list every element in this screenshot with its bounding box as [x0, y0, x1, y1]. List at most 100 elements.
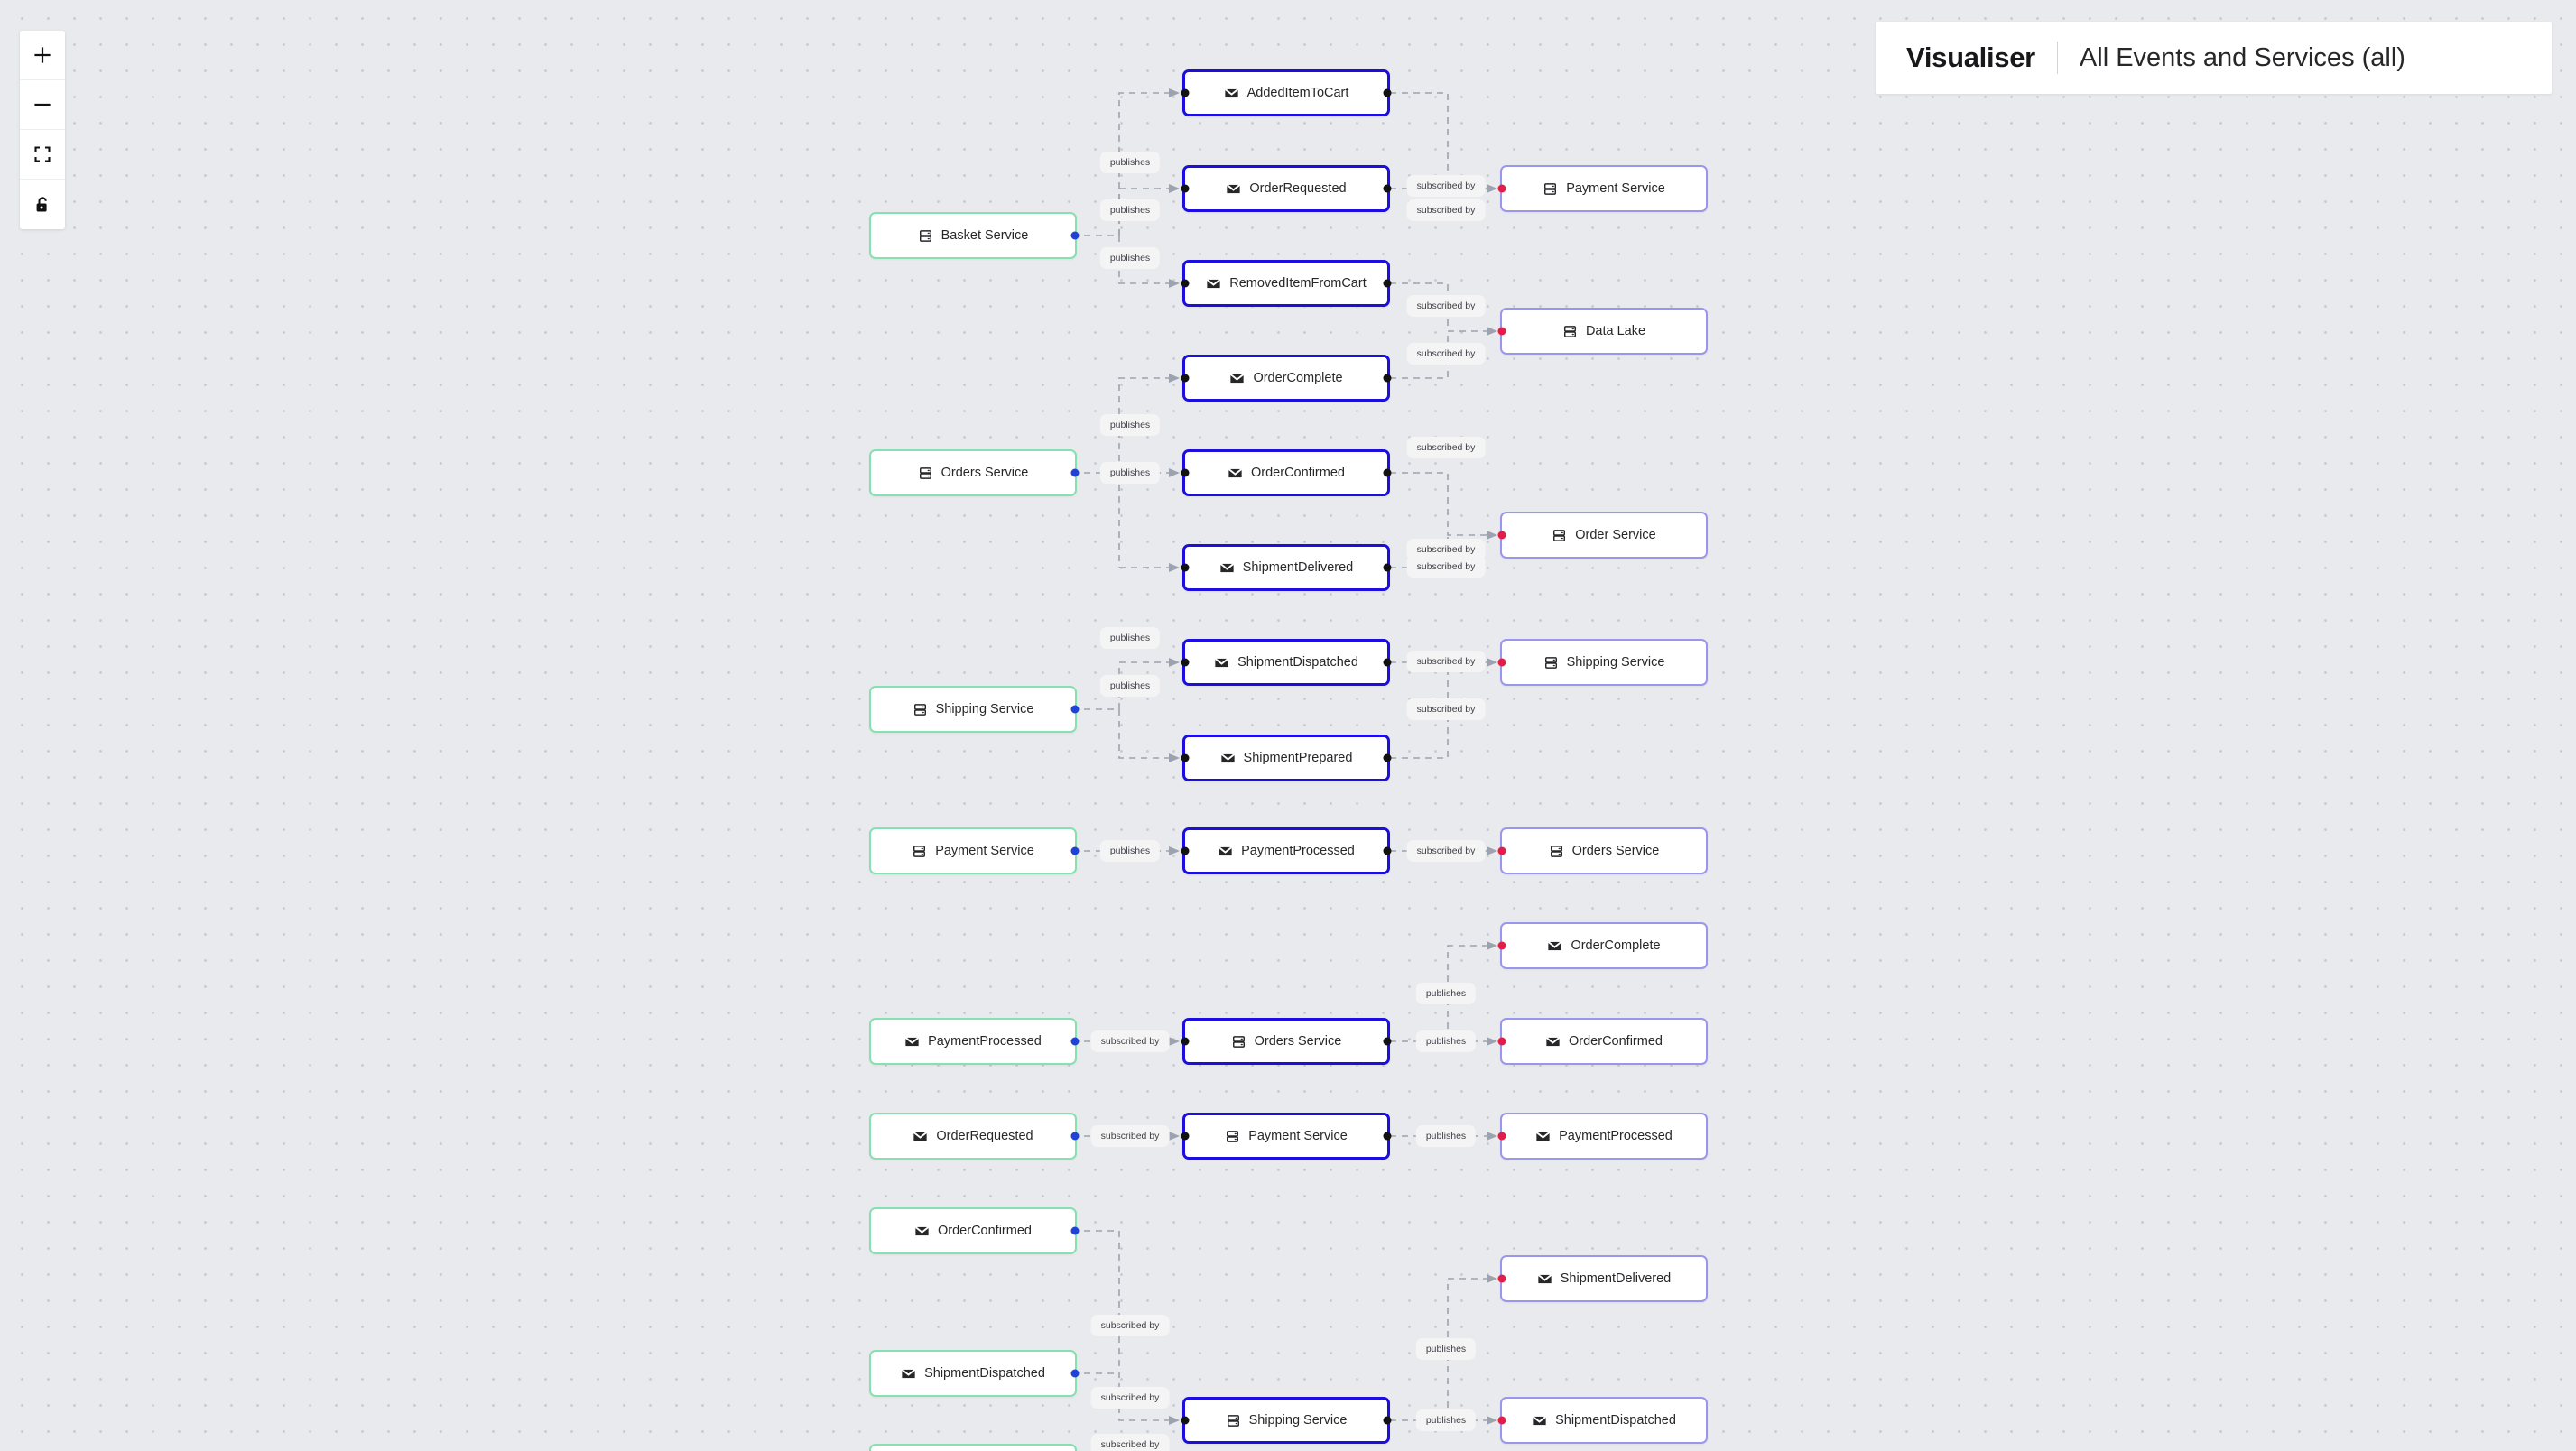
- node-handle-right[interactable]: [1070, 1369, 1080, 1378]
- node-handle-right[interactable]: [1383, 1037, 1392, 1046]
- service-node-payment-service[interactable]: Payment Service: [1181, 1113, 1392, 1160]
- zoom-out-button[interactable]: [20, 80, 65, 130]
- node-handle-left[interactable]: [1181, 1416, 1190, 1425]
- node-handle-left[interactable]: [1181, 279, 1190, 288]
- service-node-orders-service[interactable]: Orders Service: [1181, 1018, 1392, 1065]
- node-handle-right[interactable]: [1383, 279, 1392, 288]
- service-node-orders-service[interactable]: Orders Service: [869, 449, 1080, 496]
- node-handle-left[interactable]: [1181, 846, 1190, 855]
- envelope-icon: [1228, 466, 1243, 481]
- node-label: ShipmentDispatched: [924, 1366, 1045, 1381]
- node-label: ShipmentDispatched: [1237, 655, 1358, 670]
- node-label: Basket Service: [941, 228, 1029, 243]
- node-handle-right[interactable]: [1383, 1416, 1392, 1425]
- event-node-orderconfirmed[interactable]: OrderConfirmed: [869, 1207, 1080, 1254]
- service-node-shipping-service[interactable]: Shipping Service: [1181, 1397, 1392, 1444]
- node-handle-left[interactable]: [1181, 374, 1190, 383]
- node-handle-left[interactable]: [1181, 1037, 1190, 1046]
- event-node-orderconfirmed[interactable]: OrderConfirmed: [1181, 449, 1392, 496]
- server-icon: [1544, 656, 1557, 669]
- node-handle-left[interactable]: [1181, 658, 1190, 667]
- node-handle-right[interactable]: [1070, 1226, 1080, 1235]
- service-node-payment-service[interactable]: Payment Service: [1497, 165, 1708, 212]
- visualiser-header: Visualiser All Events and Services (all): [1876, 22, 2552, 94]
- node-handle-left[interactable]: [1497, 1274, 1506, 1283]
- node-handle-right[interactable]: [1383, 658, 1392, 667]
- node-label: OrderRequested: [1249, 181, 1347, 196]
- node-handle-right[interactable]: [1383, 88, 1392, 97]
- envelope-icon: [1218, 844, 1233, 859]
- envelope-icon: [913, 1131, 928, 1141]
- service-node-basket-service[interactable]: Basket Service: [869, 212, 1080, 259]
- fit-view-button[interactable]: [20, 130, 65, 180]
- service-node-shipping-service[interactable]: Shipping Service: [869, 686, 1080, 733]
- server-icon: [912, 844, 927, 859]
- node-handle-left[interactable]: [1497, 941, 1506, 950]
- event-node-shipmentdispatched[interactable]: ShipmentDispatched: [1181, 639, 1392, 686]
- node-handle-left[interactable]: [1181, 753, 1190, 762]
- node-handle-right[interactable]: [1070, 468, 1080, 477]
- service-node-payment-service[interactable]: Payment Service: [869, 827, 1080, 874]
- edge-label: subscribed by: [1408, 345, 1484, 363]
- node-handle-left[interactable]: [1497, 1132, 1506, 1141]
- envelope-icon: [1224, 88, 1238, 97]
- event-node-orderrequested[interactable]: OrderRequested: [1181, 165, 1392, 212]
- node-handle-left[interactable]: [1497, 184, 1506, 193]
- node-handle-left[interactable]: [1181, 88, 1190, 97]
- node-handle-right[interactable]: [1383, 563, 1392, 572]
- node-handle-left[interactable]: [1181, 184, 1190, 193]
- node-handle-left[interactable]: [1497, 1037, 1506, 1046]
- server-icon: [1543, 181, 1558, 197]
- node-handle-right[interactable]: [1383, 846, 1392, 855]
- event-node-paymentprocessed[interactable]: PaymentProcessed: [1181, 827, 1392, 874]
- event-node-shipmentdispatched[interactable]: ShipmentDispatched: [869, 1350, 1080, 1397]
- node-handle-left[interactable]: [1497, 327, 1506, 336]
- node-handle-left[interactable]: [1497, 658, 1506, 667]
- header-subtitle: All Events and Services (all): [2079, 42, 2405, 72]
- service-node-unnamed[interactable]: [869, 1444, 1077, 1451]
- event-node-ordercomplete[interactable]: OrderComplete: [1181, 355, 1392, 402]
- event-node-shipmentdelivered[interactable]: ShipmentDelivered: [1497, 1255, 1708, 1302]
- edge-label: publishes: [1101, 201, 1159, 219]
- event-node-orderrequested[interactable]: OrderRequested: [869, 1113, 1080, 1160]
- node-handle-left[interactable]: [1497, 846, 1506, 855]
- node-handle-right[interactable]: [1383, 753, 1392, 762]
- event-node-ordercomplete[interactable]: OrderComplete: [1497, 922, 1708, 969]
- edge-label: publishes: [1417, 1127, 1475, 1145]
- event-node-shipmentdispatched[interactable]: ShipmentDispatched: [1497, 1397, 1708, 1444]
- node-handle-right[interactable]: [1070, 1037, 1080, 1046]
- server-icon: [918, 466, 933, 481]
- visualiser-canvas[interactable]: Visualiser All Events and Services (all)…: [0, 0, 2576, 1451]
- event-node-removeditemfromcart[interactable]: RemovedItemFromCart: [1181, 260, 1392, 307]
- event-node-paymentprocessed[interactable]: PaymentProcessed: [869, 1018, 1080, 1065]
- node-handle-left[interactable]: [1181, 563, 1190, 572]
- envelope-icon: [1545, 1034, 1561, 1049]
- node-handle-right[interactable]: [1383, 184, 1392, 193]
- node-handle-left[interactable]: [1181, 468, 1190, 477]
- node-handle-right[interactable]: [1070, 846, 1080, 855]
- node-handle-left[interactable]: [1181, 1132, 1190, 1141]
- service-node-order-service[interactable]: Order Service: [1497, 512, 1708, 559]
- node-handle-right[interactable]: [1070, 231, 1080, 240]
- service-node-data-lake[interactable]: Data Lake: [1497, 308, 1708, 355]
- event-node-shipmentprepared[interactable]: ShipmentPrepared: [1181, 735, 1392, 781]
- node-handle-right[interactable]: [1070, 705, 1080, 714]
- event-node-paymentprocessed[interactable]: PaymentProcessed: [1497, 1113, 1708, 1160]
- edge-label: publishes: [1101, 416, 1159, 434]
- node-handle-left[interactable]: [1497, 1416, 1506, 1425]
- node-handle-left[interactable]: [1497, 531, 1506, 540]
- event-node-shipmentdelivered[interactable]: ShipmentDelivered: [1181, 544, 1392, 591]
- service-node-shipping-service[interactable]: Shipping Service: [1497, 639, 1708, 686]
- service-node-orders-service[interactable]: Orders Service: [1497, 827, 1708, 874]
- zoom-in-button[interactable]: [20, 31, 65, 80]
- node-handle-right[interactable]: [1070, 1132, 1080, 1141]
- node-handle-right[interactable]: [1383, 468, 1392, 477]
- node-handle-right[interactable]: [1383, 1132, 1392, 1141]
- lock-button[interactable]: [20, 180, 65, 229]
- envelope-icon: [1537, 1273, 1552, 1283]
- node-handle-right[interactable]: [1383, 374, 1392, 383]
- server-icon: [1563, 325, 1576, 337]
- canvas-controls-toolbar[interactable]: [20, 31, 65, 229]
- event-node-addeditemtocart[interactable]: AddedItemToCart: [1181, 69, 1392, 116]
- event-node-orderconfirmed[interactable]: OrderConfirmed: [1497, 1018, 1708, 1065]
